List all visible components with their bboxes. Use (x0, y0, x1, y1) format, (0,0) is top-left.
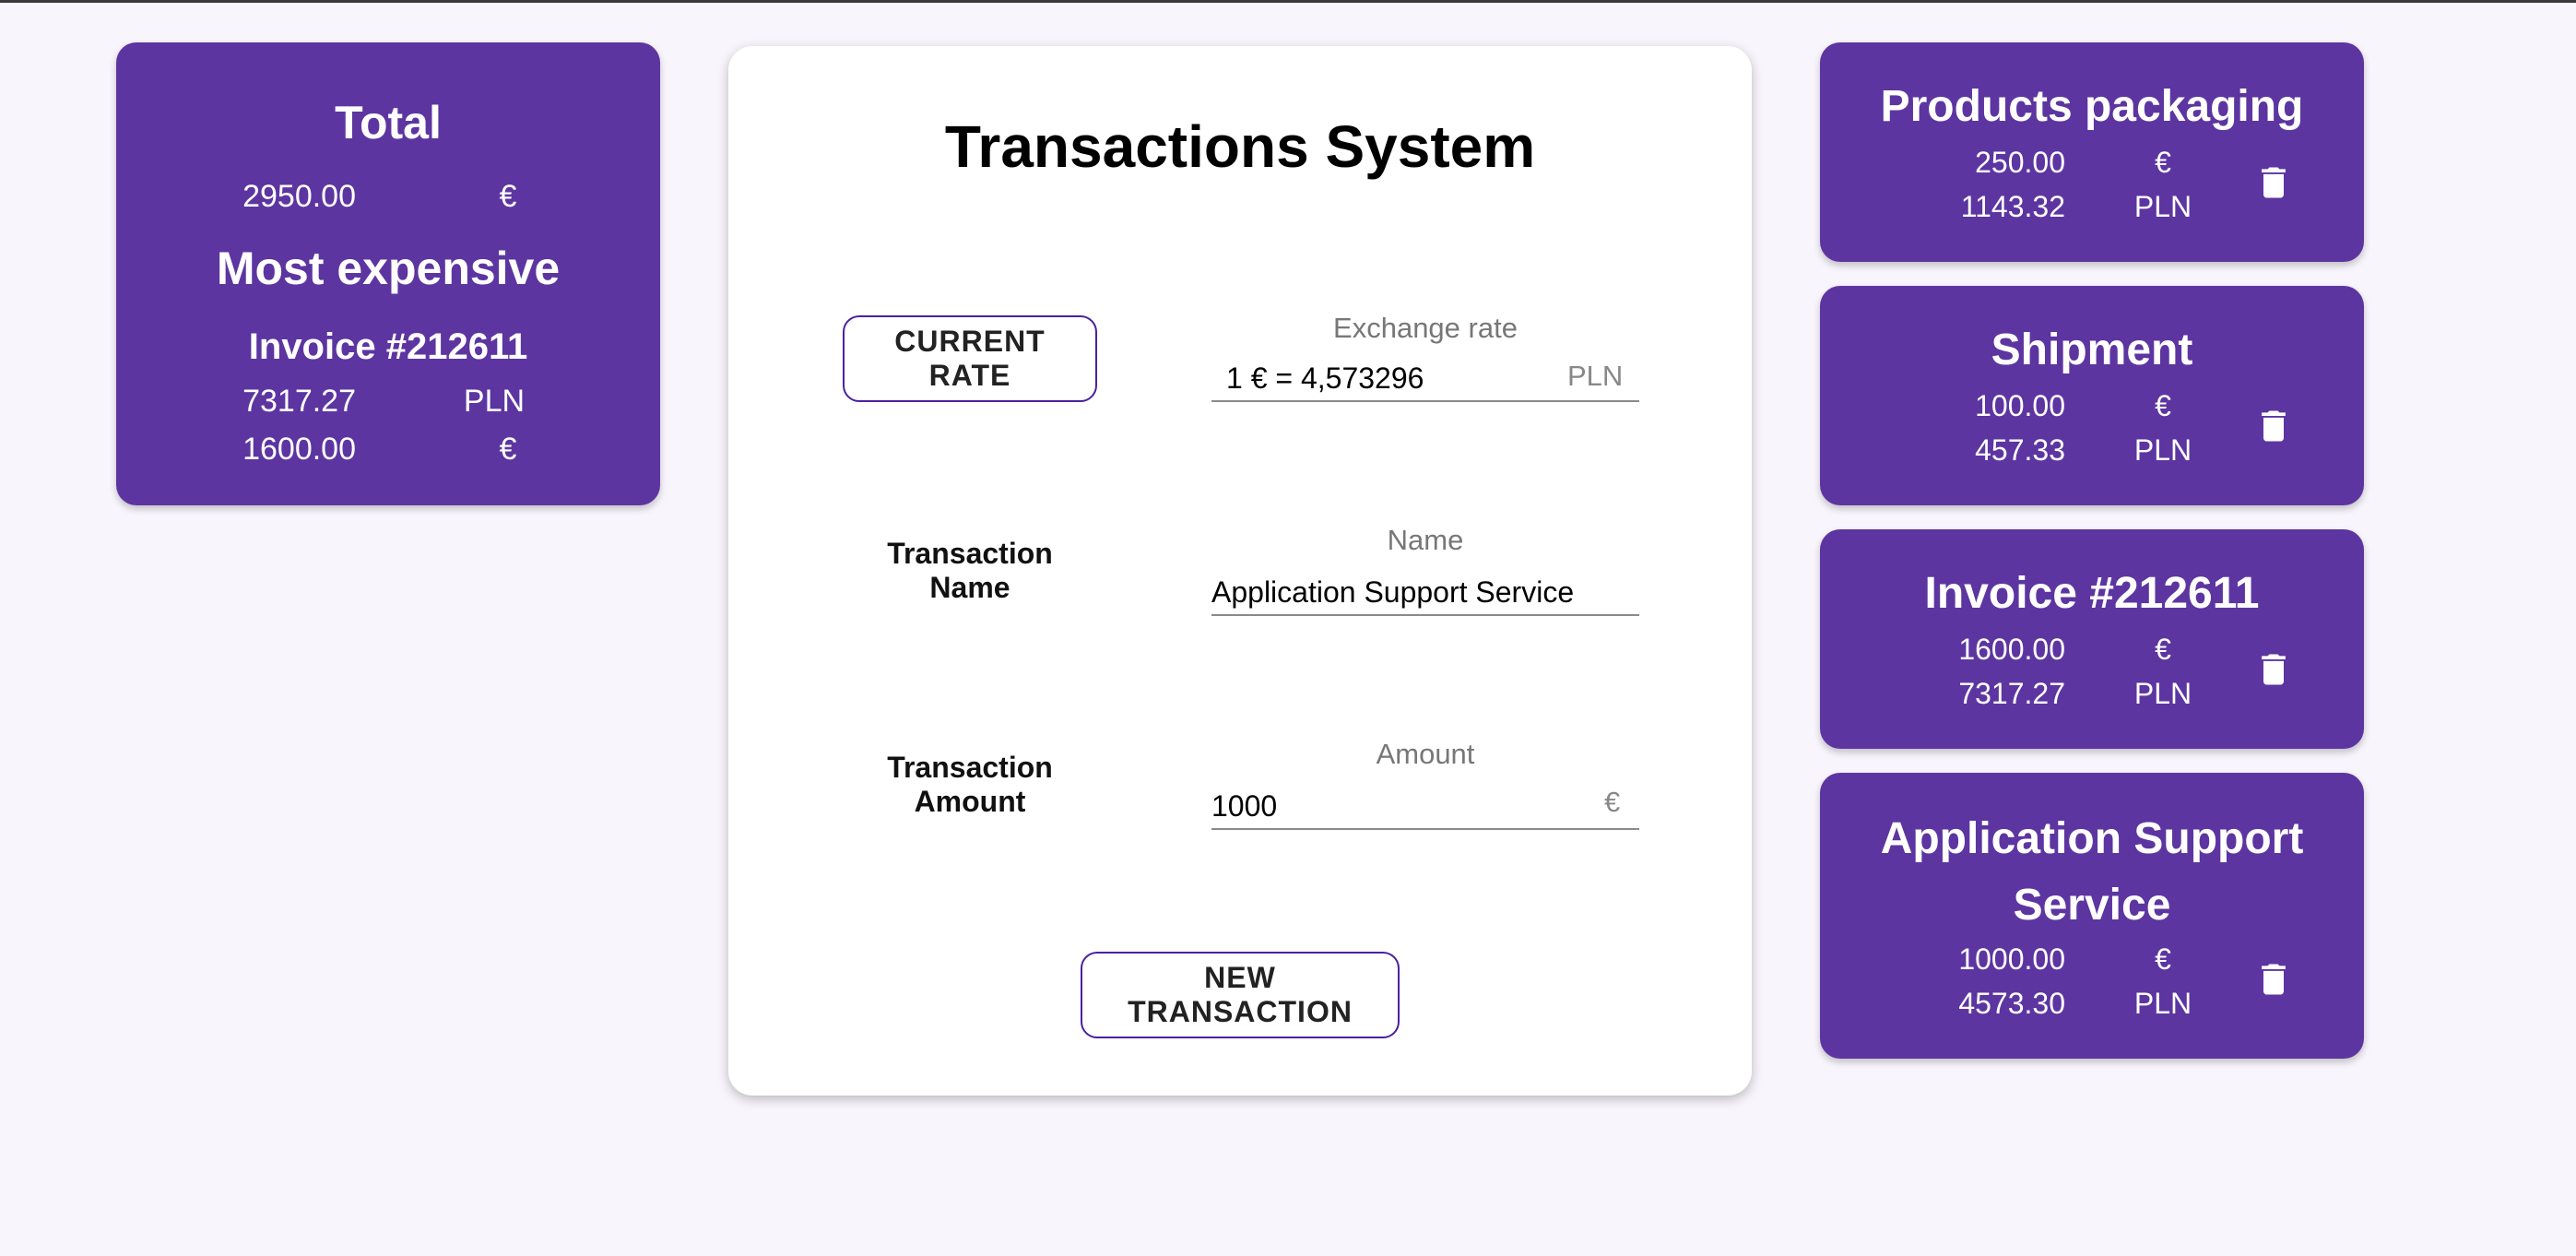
transaction-eur-currency: € (2155, 389, 2171, 422)
transaction-name: Shipment (1991, 326, 2193, 374)
transaction-name: Application Support Service (1880, 814, 2304, 930)
most-expensive-eur-amount: 1600.00 (242, 432, 356, 467)
transaction-name: Products packaging (1880, 82, 2304, 131)
trash-icon[interactable] (2253, 159, 2294, 207)
exchange-rate-caption: Exchange rate (1333, 312, 1518, 344)
most-expensive-title: Most expensive (216, 243, 561, 294)
transaction-pln-currency: PLN (2133, 433, 2192, 467)
trash-icon[interactable] (2253, 955, 2294, 1003)
trash-icon[interactable] (2253, 646, 2294, 693)
transaction-name: Invoice #212611 (1924, 569, 2260, 618)
page-title: Transactions System (944, 113, 1536, 180)
amount-caption: Amount (1376, 738, 1475, 770)
transaction-eur-amount: 1600.00 (1958, 633, 2065, 666)
transaction-pln-amount: 4573.30 (1958, 987, 2065, 1020)
total-title: Total (335, 97, 442, 148)
transaction-eur-currency: € (2155, 942, 2171, 976)
transaction-amount-field[interactable] (1211, 784, 1639, 830)
new-transaction-button[interactable]: NEW TRANSACTION (1081, 952, 1400, 1038)
current-rate-button[interactable]: CURRENT RATE (843, 315, 1097, 402)
window-top-border (0, 0, 2576, 3)
transaction-pln-currency: PLN (2133, 677, 2192, 710)
transaction-card: Shipment 100.00 € 457.33 PLN (1820, 286, 2364, 505)
transaction-pln-currency: PLN (2133, 190, 2192, 223)
amount-suffix: € (1604, 786, 1621, 818)
transaction-pln-amount: 457.33 (1975, 433, 2065, 467)
transaction-pln-amount: 1143.32 (1960, 190, 2065, 223)
transaction-name-label-line1: Transaction (887, 537, 1053, 570)
transaction-amount-label-line2: Amount (914, 785, 1026, 818)
transaction-amount-label: Transaction Amount (832, 751, 1108, 819)
transaction-name-field[interactable] (1211, 570, 1639, 616)
trash-icon[interactable] (2253, 402, 2294, 450)
transaction-eur-amount: 100.00 (1975, 389, 2065, 422)
transaction-name-label-line2: Name (929, 571, 1010, 604)
total-amount: 2950.00 (242, 179, 356, 214)
exchange-rate-suffix: PLN (1567, 360, 1624, 392)
total-currency: € (499, 179, 517, 214)
transaction-form-card: Transactions System CURRENT RATE Exchang… (728, 46, 1752, 1096)
transaction-pln-amount: 7317.27 (1958, 677, 2065, 710)
transaction-card: Products packaging 250.00 € 1143.32 PLN (1820, 42, 2364, 262)
transaction-pln-currency: PLN (2133, 987, 2192, 1020)
transaction-amount-label-line1: Transaction (887, 751, 1053, 784)
name-caption: Name (1387, 524, 1464, 556)
transaction-card: Invoice #212611 1600.00 € 7317.27 PLN (1820, 529, 2364, 749)
transaction-card: Application Support Service 1000.00 € 45… (1820, 773, 2364, 1059)
transaction-eur-amount: 1000.00 (1958, 942, 2065, 976)
most-expensive-eur-currency: € (499, 432, 517, 467)
summary-card: Total 2950.00 € Most expensive Invoice #… (116, 42, 660, 505)
transaction-name-label: Transaction Name (832, 537, 1108, 605)
most-expensive-pln-currency: PLN (463, 384, 526, 419)
transaction-eur-currency: € (2155, 633, 2171, 666)
most-expensive-pln-amount: 7317.27 (242, 384, 356, 419)
most-expensive-name: Invoice #212611 (248, 326, 528, 367)
transaction-eur-amount: 250.00 (1975, 146, 2065, 179)
transaction-eur-currency: € (2155, 146, 2171, 179)
